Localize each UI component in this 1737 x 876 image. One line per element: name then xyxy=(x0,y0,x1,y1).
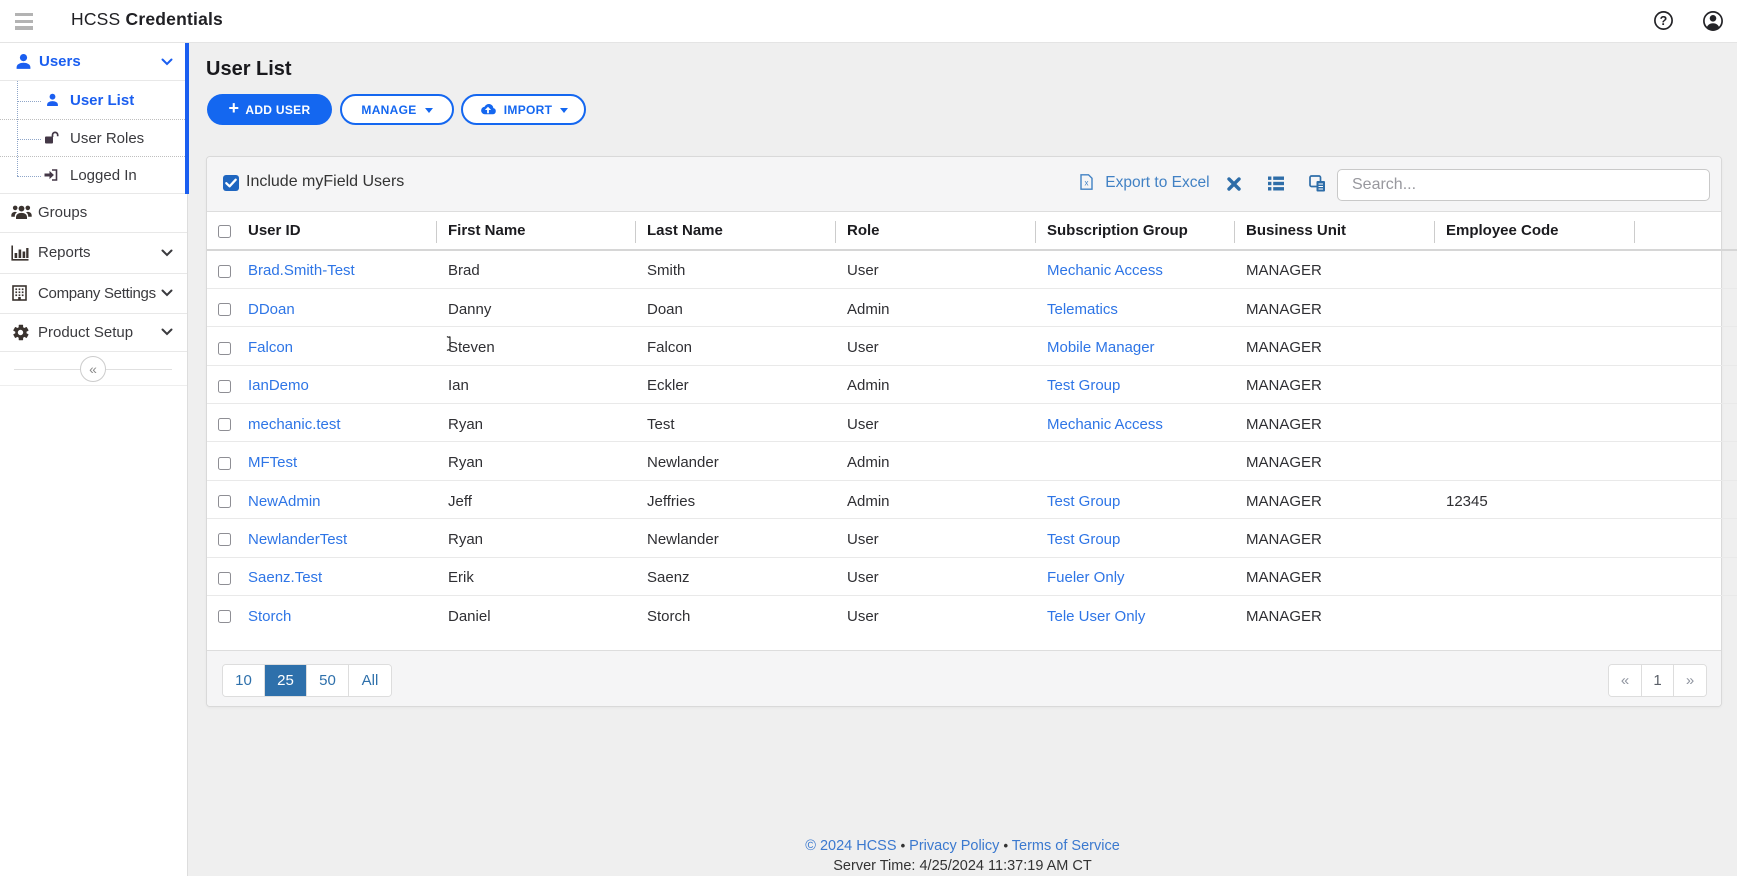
svg-text:x: x xyxy=(1085,178,1089,187)
svg-text:?: ? xyxy=(1660,14,1668,28)
